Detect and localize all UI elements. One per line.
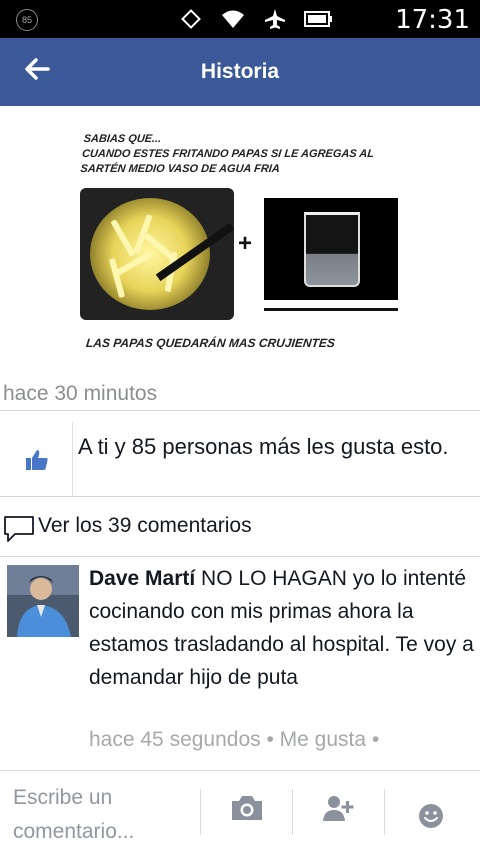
divider xyxy=(200,789,201,835)
comment-bubble-icon xyxy=(4,516,34,542)
divider xyxy=(0,556,480,557)
divider xyxy=(384,789,385,835)
airplane-icon xyxy=(264,8,286,35)
battery-icon xyxy=(304,8,334,35)
comment-composer: Escribe un comentario... xyxy=(0,770,480,855)
comment-text: Dave Martí NO LO HAGAN yo lo intenté coc… xyxy=(89,562,477,694)
page-title: Historia xyxy=(200,60,280,83)
thumbs-up-icon xyxy=(26,450,48,470)
notification-badge: 85 xyxy=(16,9,38,31)
camera-icon xyxy=(232,796,262,820)
comment-author[interactable]: Dave Martí xyxy=(89,567,195,590)
view-comments-label: Ver los 39 comentarios xyxy=(38,514,252,537)
divider xyxy=(0,410,480,411)
post-image[interactable]: SABIAS QUE... CUANDO ESTES FRITANDO PAPA… xyxy=(74,118,416,373)
image-caption-bottom: LAS PAPAS QUEDARÁN MAS CRUJIENTES xyxy=(85,336,336,350)
post-timestamp[interactable]: hace 30 minutos xyxy=(3,382,157,406)
view-comments-link[interactable]: Ver los 39 comentarios xyxy=(0,506,480,548)
avatar[interactable] xyxy=(7,565,79,637)
camera-button[interactable] xyxy=(229,793,265,828)
status-icons xyxy=(180,8,334,35)
add-person-icon xyxy=(323,796,354,821)
emoji-button[interactable] xyxy=(418,803,444,834)
status-bar: 85 17:31 xyxy=(0,0,480,38)
water-glass-photo xyxy=(264,198,398,300)
like-button[interactable] xyxy=(0,422,73,496)
plus-sign: + xyxy=(238,230,253,257)
likes-row[interactable]: A ti y 85 personas más les gusta esto. xyxy=(0,422,480,496)
comment-item: Dave Martí NO LO HAGAN yo lo intenté coc… xyxy=(0,560,480,770)
image-caption-top: SABIAS QUE... CUANDO ESTES FRITANDO PAPA… xyxy=(79,133,375,175)
divider xyxy=(0,496,480,497)
frying-pan-photo xyxy=(80,188,234,320)
wifi-icon xyxy=(220,8,246,35)
comment-meta[interactable]: hace 45 segundos • Me gusta • xyxy=(89,728,379,752)
divider xyxy=(292,789,293,835)
smiley-icon xyxy=(419,804,443,828)
tag-friend-button[interactable] xyxy=(322,793,356,828)
likes-summary[interactable]: A ti y 85 personas más les gusta esto. xyxy=(78,430,468,464)
clock: 17:31 xyxy=(395,5,470,35)
profile-photo xyxy=(7,565,79,637)
comment-input[interactable]: Escribe un comentario... xyxy=(13,781,163,849)
rotate-icon xyxy=(180,8,202,35)
app-bar: Historia xyxy=(0,38,480,106)
